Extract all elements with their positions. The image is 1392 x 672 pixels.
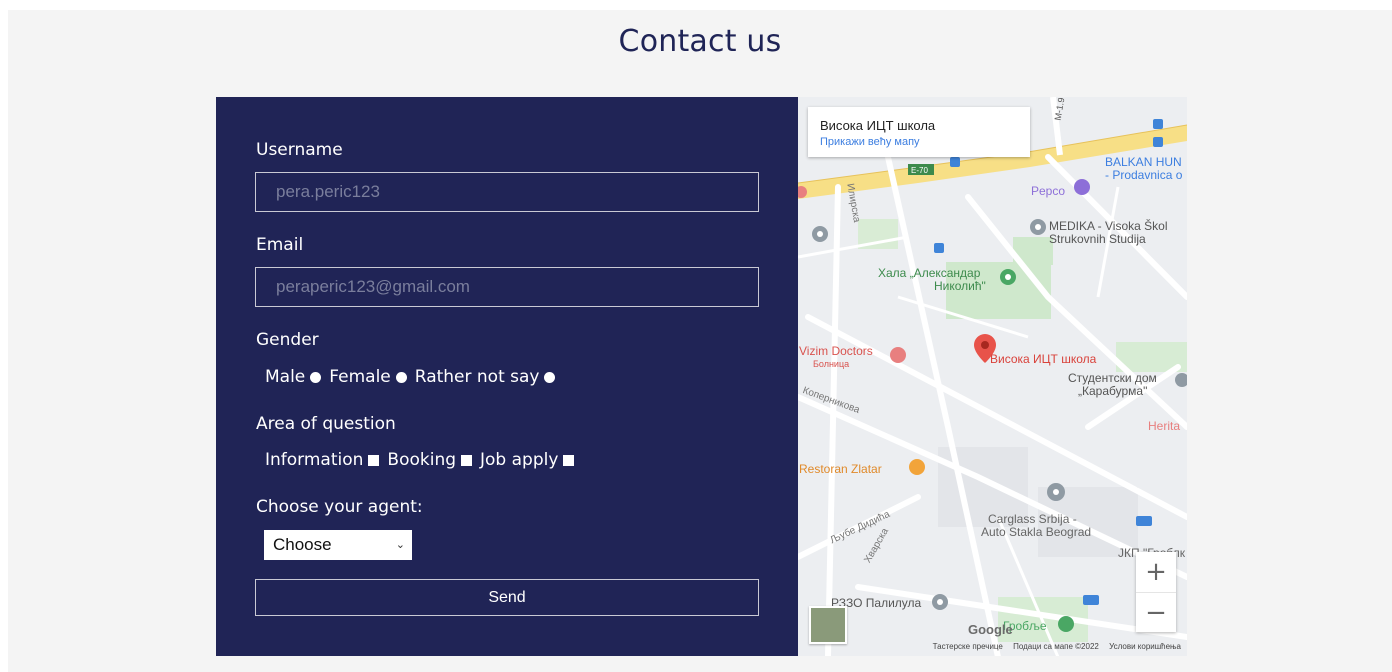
email-input[interactable] xyxy=(255,267,759,307)
map-label: Vizim Doctors xyxy=(799,344,873,358)
area-option-label: Information xyxy=(265,450,364,470)
gender-option-rather-not-say[interactable]: Rather not say xyxy=(415,367,556,387)
checkbox-job-apply[interactable] xyxy=(563,454,575,466)
gender-option-label: Female xyxy=(329,367,391,387)
gender-option-male[interactable]: Male xyxy=(265,367,322,387)
map-label: E-70 xyxy=(911,166,928,175)
zoom-controls: + − xyxy=(1136,552,1176,632)
area-option-job-apply[interactable]: Job apply xyxy=(480,450,575,470)
contact-form: Username Email Gender Male Female Rather… xyxy=(216,97,798,656)
gender-option-label: Male xyxy=(265,367,306,387)
zoom-in-button[interactable]: + xyxy=(1136,552,1176,592)
gender-label: Gender xyxy=(256,330,319,350)
gender-option-female[interactable]: Female xyxy=(329,367,407,387)
map-label: Болница xyxy=(813,359,850,369)
send-button[interactable]: Send xyxy=(255,579,759,616)
keyboard-shortcuts-link[interactable]: Тастерске пречице xyxy=(933,642,1003,651)
radio-female[interactable] xyxy=(395,371,407,383)
map-label: Herita xyxy=(1148,419,1181,433)
agent-select[interactable]: Choose ⌄ xyxy=(264,530,412,560)
area-options: Information Booking Job apply xyxy=(265,450,582,470)
map-label: Auto Stakla Beograd xyxy=(981,525,1092,539)
radio-male[interactable] xyxy=(310,371,322,383)
area-option-booking[interactable]: Booking xyxy=(387,450,473,470)
area-label: Area of question xyxy=(256,414,396,434)
map-place-card: Висока ИЦТ школа Прикажи већу мапу xyxy=(808,107,1030,157)
area-option-label: Job apply xyxy=(480,450,559,470)
terms-link[interactable]: Услови коришћења xyxy=(1109,642,1181,651)
area-option-label: Booking xyxy=(387,450,457,470)
page-title: Contact us xyxy=(618,24,782,59)
map-label: Хала „Александар xyxy=(878,266,981,280)
radio-rather-not-say[interactable] xyxy=(544,371,556,383)
map-label: Студентски дом xyxy=(1068,371,1157,385)
checkbox-booking[interactable] xyxy=(461,454,473,466)
map-label: Restoran Zlatar xyxy=(799,462,882,476)
email-label: Email xyxy=(256,235,304,255)
map-data-text: Подаци са мапе ©2022 xyxy=(1013,642,1099,651)
checkbox-information[interactable] xyxy=(368,454,380,466)
map-place-name: Висока ИЦТ школа xyxy=(820,118,936,133)
zoom-out-button[interactable]: − xyxy=(1136,592,1176,632)
agent-selected-value: Choose xyxy=(273,535,332,554)
map-embed[interactable]: Висока ИЦТ школа Прикажи већу мапу E-70 … xyxy=(798,97,1187,656)
map-label: Pepco xyxy=(1031,184,1066,198)
agent-label: Choose your agent: xyxy=(256,497,423,517)
map-label: Висока ИЦТ школа xyxy=(990,352,1097,366)
chevron-down-icon: ⌄ xyxy=(395,539,405,551)
gender-option-label: Rather not say xyxy=(414,367,540,387)
map-label: Николић" xyxy=(934,279,986,293)
map-attribution: Тастерске пречице Подаци са мапе ©2022 У… xyxy=(798,642,1187,656)
map-label: BALKAN HUN xyxy=(1105,155,1182,169)
view-larger-map-link[interactable]: Прикажи већу мапу xyxy=(820,136,1018,148)
map-label: MEDIKA - Visoka Škol xyxy=(1049,219,1168,233)
map-label: Strukovnih Studija xyxy=(1049,232,1146,246)
map-label: „Карабурма" xyxy=(1078,384,1148,398)
gender-options: Male Female Rather not say xyxy=(265,367,563,387)
satellite-toggle-button[interactable] xyxy=(809,606,847,644)
map-label: Carglass Srbija - xyxy=(988,512,1077,526)
map-label: - Prodavnica o xyxy=(1105,168,1183,182)
username-label: Username xyxy=(256,140,343,160)
username-input[interactable] xyxy=(255,172,759,212)
area-option-information[interactable]: Information xyxy=(265,450,380,470)
google-logo: Google xyxy=(968,622,1013,637)
